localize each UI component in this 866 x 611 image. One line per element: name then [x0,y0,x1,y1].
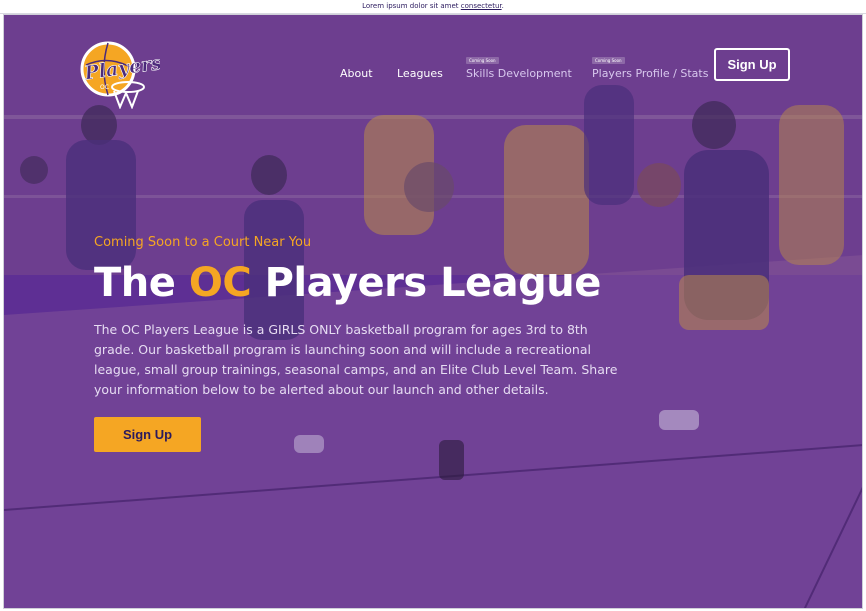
main-nav: About Leagues Coming Soon Skills Develop… [4,15,862,135]
coming-soon-badge: Coming Soon [466,57,499,64]
hero-title-part2: Players League [251,260,602,306]
hero-description: The OC Players League is a GIRLS ONLY ba… [94,322,618,397]
announcement-bar: Lorem ipsum dolor sit amet consectetur. [0,0,866,14]
hero-subtitle: Coming Soon to a Court Near You [94,235,312,250]
coming-soon-badge: Coming Soon [592,57,625,64]
hero-title-accent: OC [188,260,252,306]
hero-title: The OC Players League [94,260,601,306]
nav-item-players-profile-stats[interactable]: Players Profile / Stats [592,67,708,80]
hero-signup-button[interactable]: Sign Up [94,417,201,452]
nav-item-about[interactable]: About [340,67,373,80]
nav-item-skills-development[interactable]: Skills Development [466,67,572,80]
hero-title-part1: The [94,260,189,306]
nav-item-leagues[interactable]: Leagues [397,67,443,80]
announcement-link[interactable]: consectetur [461,2,502,10]
announcement-suffix: . [501,2,504,10]
hero-section: Players OC About Leagues Coming Soon Ski… [3,14,863,609]
announcement-text: Lorem ipsum dolor sit amet [362,2,461,10]
nav-signup-button[interactable]: Sign Up [714,48,790,81]
